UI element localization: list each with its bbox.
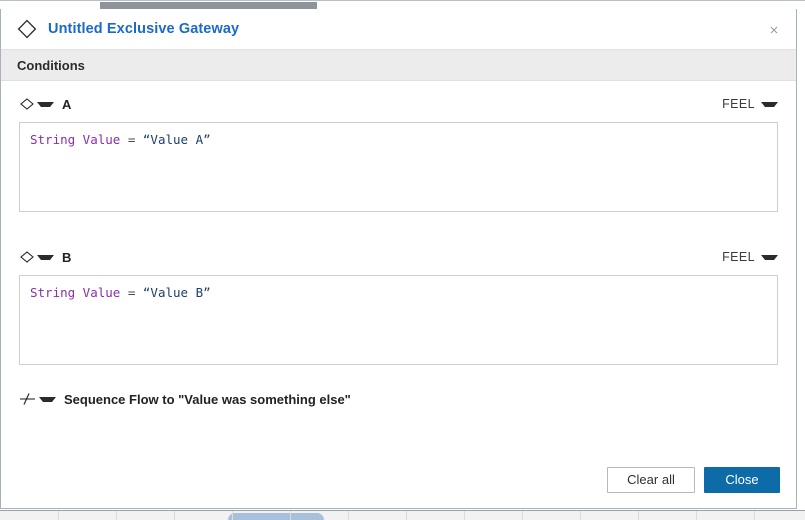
condition-b-token-value: “Value B”: [142, 285, 211, 300]
taskbar-active-item[interactable]: [228, 513, 324, 520]
taskbar-tick: [232, 511, 233, 520]
default-flow-label: Sequence Flow to "Value was something el…: [64, 391, 351, 407]
condition-a-name: A: [62, 96, 72, 112]
dialog-footer: Clear all Close: [1, 452, 796, 508]
dialog-header: Untitled Exclusive Gateway ×: [1, 9, 796, 50]
taskbar-tick: [406, 511, 407, 520]
default-flow-expand-caret[interactable]: [39, 396, 56, 402]
condition-a-editor[interactable]: String Value = “Value A”: [19, 122, 778, 212]
clear-all-button[interactable]: Clear all: [607, 467, 695, 493]
condition-a-token-value: “Value A”: [142, 132, 211, 147]
chevron-down-icon[interactable]: [761, 254, 778, 260]
condition-a-token-spacer2: [135, 132, 143, 147]
default-flow-row: Sequence Flow to "Value was something el…: [19, 386, 778, 412]
sequence-flow-diamond-icon: [20, 251, 34, 263]
taskbar-tick: [754, 511, 755, 520]
condition-b-code-line: String Value = “Value B”: [30, 285, 767, 301]
condition-a-language-label: FEEL: [722, 97, 755, 111]
taskbar-tick: [696, 511, 697, 520]
condition-block-b: B FEEL String Value = “Value B”: [19, 234, 778, 365]
condition-b-editor[interactable]: String Value = “Value B”: [19, 275, 778, 365]
scrollbar-thumb[interactable]: [100, 2, 317, 9]
os-taskbar: [0, 510, 805, 520]
condition-a-token-spacer1: [120, 132, 128, 147]
exclusive-gateway-diamond-icon: [17, 19, 37, 39]
taskbar-tick: [464, 511, 465, 520]
scrollbar-rail-right: [799, 1, 805, 10]
condition-b-name: B: [62, 249, 72, 265]
taskbar-tick: [638, 511, 639, 520]
taskbar-tick: [580, 511, 581, 520]
condition-a-language-select[interactable]: FEEL: [722, 97, 778, 111]
condition-b-token-spacer2: [135, 285, 143, 300]
page-horizontal-scrollbar[interactable]: [0, 0, 805, 10]
taskbar-tick: [58, 511, 59, 520]
condition-block-a: A FEEL String Value = “Value A”: [19, 81, 778, 212]
default-sequence-flow-icon: [20, 393, 35, 405]
close-icon[interactable]: ×: [766, 23, 782, 39]
condition-b-token-spacer1: [120, 285, 128, 300]
page-title: Untitled Exclusive Gateway: [48, 21, 240, 37]
taskbar-tick: [174, 511, 175, 520]
condition-a-token-variable: String Value: [30, 132, 121, 147]
condition-a-expand-caret[interactable]: [37, 101, 54, 107]
close-button[interactable]: Close: [704, 467, 780, 493]
condition-a-code-line: String Value = “Value A”: [30, 132, 767, 148]
condition-b-expand-caret[interactable]: [37, 254, 54, 260]
condition-b-language-label: FEEL: [722, 250, 755, 264]
taskbar-tick: [116, 511, 117, 520]
condition-header-a: A FEEL: [19, 81, 778, 119]
condition-header-b: B FEEL: [19, 234, 778, 272]
taskbar-tick: [348, 511, 349, 520]
conditions-section-header: Conditions: [1, 50, 796, 81]
conditions-label: Conditions: [17, 57, 85, 73]
condition-b-language-select[interactable]: FEEL: [722, 250, 778, 264]
app-root: Untitled Exclusive Gateway × Conditions …: [0, 0, 805, 520]
condition-b-token-variable: String Value: [30, 285, 121, 300]
dialog-body: A FEEL String Value = “Value A” B FEEL S…: [1, 81, 796, 452]
taskbar-tick: [522, 511, 523, 520]
taskbar-tick: [290, 511, 291, 520]
exclusive-gateway-dialog: Untitled Exclusive Gateway × Conditions …: [0, 9, 797, 509]
sequence-flow-diamond-icon: [20, 98, 34, 110]
chevron-down-icon[interactable]: [761, 101, 778, 107]
